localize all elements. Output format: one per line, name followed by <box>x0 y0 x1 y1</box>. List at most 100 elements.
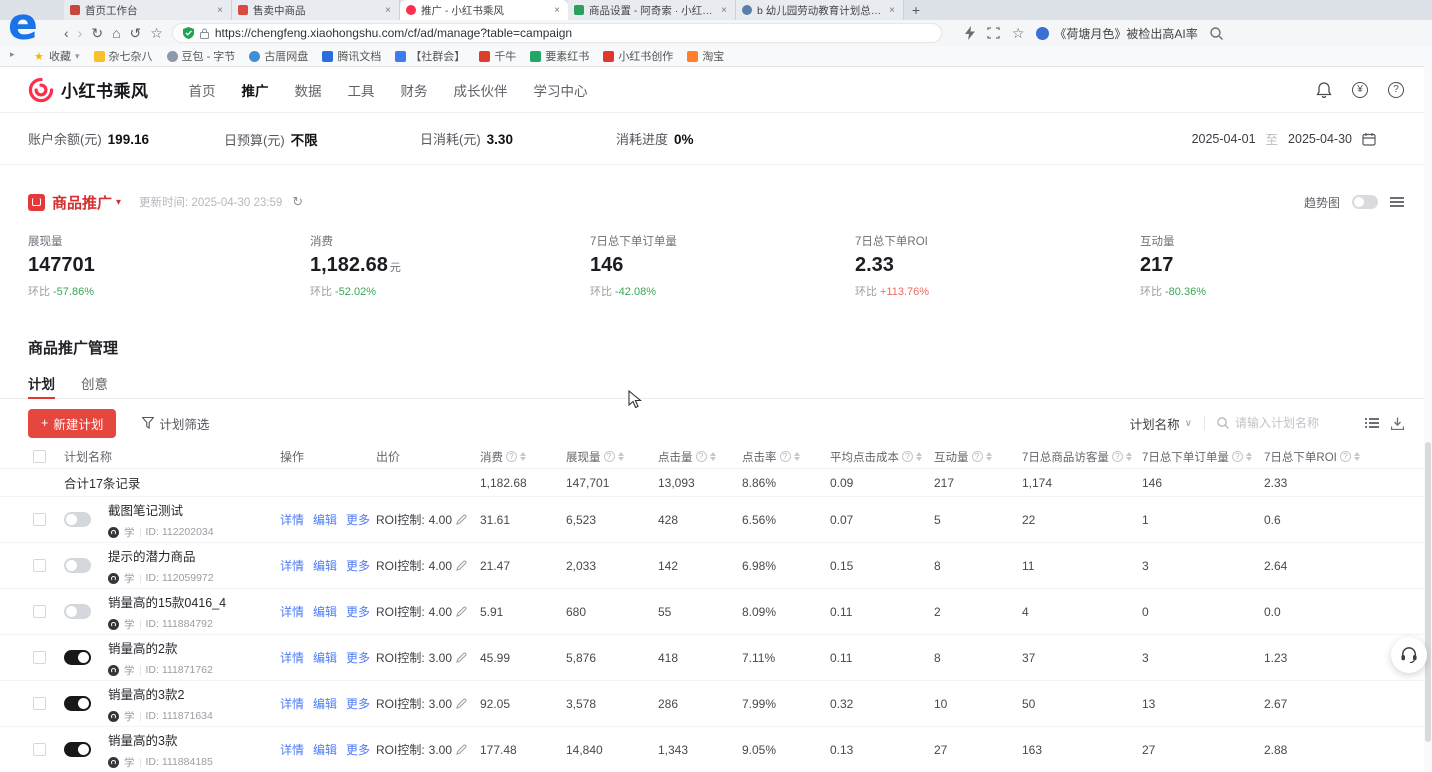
column-header-metric[interactable]: 7日总下单ROI <box>1264 449 1432 465</box>
data-refresh-icon[interactable]: ↻ <box>292 194 303 210</box>
plan-name[interactable]: 销量高的3款2 <box>108 684 272 703</box>
column-header-metric[interactable]: 互动量 <box>934 449 1022 465</box>
column-header-metric[interactable]: 点击量 <box>658 449 742 465</box>
bookmark-item[interactable]: 小红书创作 <box>603 48 673 64</box>
edit-bid-pencil-icon[interactable] <box>456 698 467 709</box>
undo-icon[interactable]: ↺ <box>130 26 142 40</box>
nav-item[interactable]: 学习中心 <box>534 80 588 100</box>
edit-bid-pencil-icon[interactable] <box>456 560 467 571</box>
url-box[interactable]: https://chengfeng.xiaohongshu.com/cf/ad/… <box>172 23 942 43</box>
sort-icon[interactable] <box>1126 452 1132 461</box>
brand[interactable]: 小红书乘风 <box>28 77 149 103</box>
sort-icon[interactable] <box>710 452 716 461</box>
plan-name[interactable]: 销量高的15款0416_4 <box>108 592 272 611</box>
tab-close-icon[interactable]: × <box>887 5 897 16</box>
column-header-metric[interactable]: 7日总下单订单量 <box>1142 449 1264 465</box>
nav-item[interactable]: 工具 <box>348 80 375 100</box>
nav-item[interactable]: 财务 <box>401 80 428 100</box>
page-scrollbar-thumb[interactable] <box>1425 442 1431 742</box>
more-link[interactable]: 更多 <box>346 695 370 712</box>
plan-enable-toggle[interactable] <box>64 512 91 527</box>
row-checkbox[interactable] <box>33 743 46 756</box>
plan-enable-toggle[interactable] <box>64 742 91 757</box>
edit-link[interactable]: 编辑 <box>313 695 337 712</box>
tab-close-icon[interactable]: × <box>552 5 562 16</box>
lightning-icon[interactable] <box>965 26 975 40</box>
info-icon[interactable] <box>902 451 913 462</box>
edit-link[interactable]: 编辑 <box>313 511 337 528</box>
plan-enable-toggle[interactable] <box>64 650 91 665</box>
favorites-icon[interactable]: ☆ <box>150 26 163 40</box>
nav-item[interactable]: 成长伙伴 待领取 <box>454 80 508 100</box>
select-all-checkbox[interactable] <box>33 450 46 463</box>
metric-settings-icon[interactable] <box>1390 197 1404 207</box>
bookmark-item[interactable]: 豆包 - 字节 <box>167 48 236 64</box>
edit-link[interactable]: 编辑 <box>313 741 337 758</box>
billing-icon[interactable] <box>1352 82 1368 98</box>
column-header-name[interactable]: 计划名称 <box>64 448 280 465</box>
page-scrollbar[interactable] <box>1424 66 1432 772</box>
edit-link[interactable]: 编辑 <box>313 649 337 666</box>
detail-link[interactable]: 详情 <box>280 511 304 528</box>
refresh-icon[interactable]: ↻ <box>91 26 103 40</box>
info-icon[interactable] <box>604 451 615 462</box>
new-plan-button[interactable]: + 新建计划 <box>28 409 116 438</box>
promotion-type-title[interactable]: 商品推广 <box>52 192 112 213</box>
edit-bid-pencil-icon[interactable] <box>456 514 467 525</box>
tab-close-icon[interactable]: × <box>215 5 225 16</box>
column-header-metric[interactable]: 平均点击成本 <box>830 449 934 465</box>
forward-icon[interactable]: › <box>78 26 83 40</box>
bookmark-item[interactable]: 千牛 <box>479 48 516 64</box>
customer-service-button[interactable] <box>1391 637 1427 673</box>
bookmark-item[interactable]: 古厝网盘 <box>249 48 308 64</box>
edit-bid-pencil-icon[interactable] <box>456 652 467 663</box>
browser-tab[interactable]: b 幼儿园劳动教育计划总结方案 × <box>736 0 904 20</box>
column-header-metric[interactable]: 展现量 <box>566 449 658 465</box>
search-field-select[interactable]: 计划名称 ∨ <box>1130 414 1192 433</box>
detail-link[interactable]: 详情 <box>280 557 304 574</box>
column-header-metric[interactable]: 7日总商品访客量 <box>1022 449 1142 465</box>
more-link[interactable]: 更多 <box>346 741 370 758</box>
plan-search-input[interactable] <box>1235 416 1353 430</box>
edit-link[interactable]: 编辑 <box>313 603 337 620</box>
edit-bid-pencil-icon[interactable] <box>456 606 467 617</box>
calendar-icon[interactable] <box>1362 132 1376 146</box>
detail-link[interactable]: 详情 <box>280 649 304 666</box>
plan-enable-toggle[interactable] <box>64 604 91 619</box>
sort-icon[interactable] <box>986 452 992 461</box>
column-header-metric[interactable]: 消费 <box>480 449 566 465</box>
bookmark-item[interactable]: 要素红书 <box>530 48 589 64</box>
plan-name[interactable]: 销量高的3款 <box>108 730 272 749</box>
nav-item[interactable]: 首页 <box>189 80 216 100</box>
help-icon[interactable] <box>1388 82 1404 98</box>
info-icon[interactable] <box>972 451 983 462</box>
manage-tab[interactable]: 计划 <box>28 373 55 398</box>
nav-item[interactable]: 数据 <box>295 80 322 100</box>
info-icon[interactable] <box>1232 451 1243 462</box>
sort-icon[interactable] <box>618 452 624 461</box>
plan-search-box[interactable] <box>1217 416 1353 430</box>
sort-icon[interactable] <box>1354 452 1360 461</box>
plan-name[interactable]: 截图笔记测试 <box>108 500 272 519</box>
plan-name[interactable]: 销量高的2款 <box>108 638 272 657</box>
bookmark-item[interactable]: 腾讯文档 <box>322 48 381 64</box>
tab-close-icon[interactable]: × <box>719 5 729 16</box>
sort-icon[interactable] <box>520 452 526 461</box>
promotion-type-caret-icon[interactable]: ▾ <box>116 197 121 208</box>
plan-enable-toggle[interactable] <box>64 696 91 711</box>
nav-item[interactable]: 推广 <box>242 80 269 100</box>
detail-link[interactable]: 详情 <box>280 695 304 712</box>
sort-icon[interactable] <box>916 452 922 461</box>
date-end[interactable]: 2025-04-30 <box>1288 132 1352 146</box>
tab-close-icon[interactable]: × <box>383 5 393 16</box>
bookmark-item[interactable]: 收藏 <box>34 48 80 64</box>
date-start[interactable]: 2025-04-01 <box>1192 132 1256 146</box>
more-link[interactable]: 更多 <box>346 511 370 528</box>
browser-tab[interactable]: 售卖中商品 × <box>232 0 400 20</box>
bookmark-item[interactable]: 【社群会】 <box>395 48 465 64</box>
bookmark-item[interactable]: 杂七杂八 <box>94 48 153 64</box>
plan-filter-button[interactable]: 计划筛选 <box>142 414 209 433</box>
row-checkbox[interactable] <box>33 605 46 618</box>
bookmark-star-icon[interactable]: ☆ <box>1012 26 1025 40</box>
bookmark-item[interactable]: 淘宝 <box>687 48 724 64</box>
